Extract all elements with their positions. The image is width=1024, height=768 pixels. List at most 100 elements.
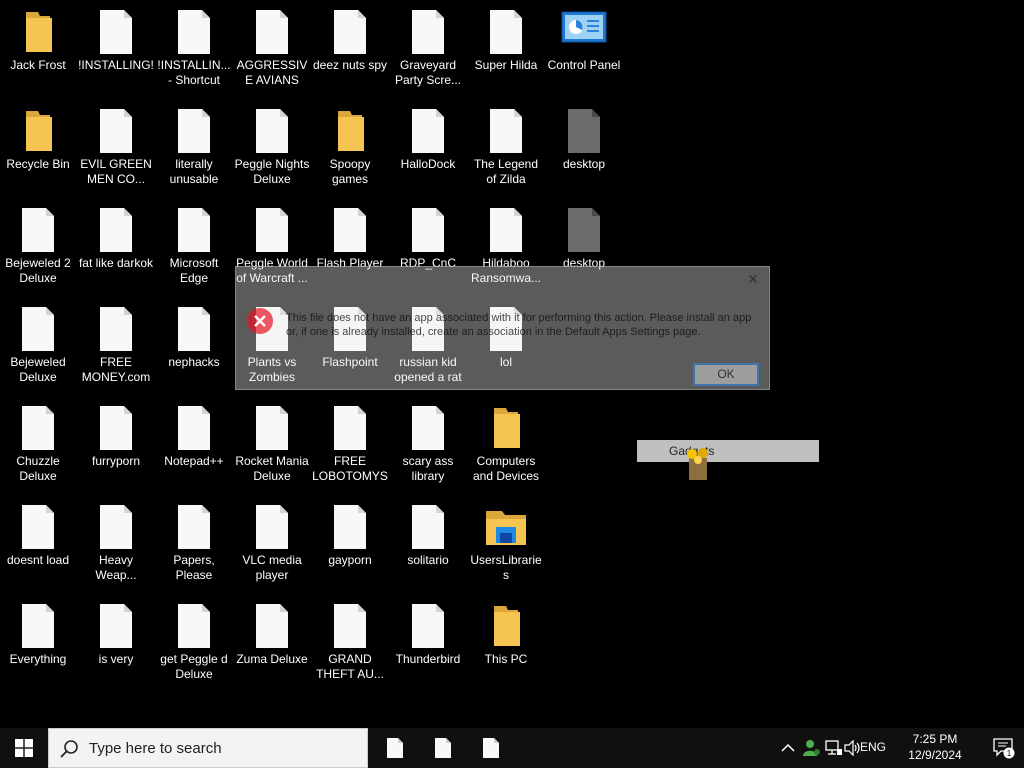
desktop-icon[interactable]: Control Panel bbox=[546, 4, 622, 100]
desktop-icon[interactable]: gayporn bbox=[312, 499, 388, 595]
desktop-icon[interactable]: AGGRESSIVE AVIANS bbox=[234, 4, 310, 100]
file-icon bbox=[256, 109, 288, 153]
desktop-icon-glyph bbox=[404, 602, 452, 650]
desktop-icon[interactable]: EVIL GREEN MEN CO... bbox=[78, 103, 154, 199]
desktop-icon[interactable]: nephacks bbox=[156, 301, 232, 397]
file-icon bbox=[490, 109, 522, 153]
desktop[interactable]: Jack Frost !INSTALLING! !INSTALLIN... - … bbox=[0, 0, 1024, 728]
desktop-icon[interactable]: Notepad++ bbox=[156, 400, 232, 496]
desktop-icon[interactable]: Jack Frost bbox=[0, 4, 76, 100]
desktop-icon[interactable]: FREE LOBOTOMYS bbox=[312, 400, 388, 496]
desktop-icon[interactable]: UsersLibraries bbox=[468, 499, 544, 595]
desktop-icon[interactable]: fat like darkok bbox=[78, 202, 154, 298]
desktop-icon[interactable]: Bejeweled Deluxe bbox=[0, 301, 76, 397]
dialog-message: This file does not have an app associate… bbox=[286, 312, 752, 338]
clock[interactable]: 7:25 PM 12/9/2024 bbox=[894, 731, 976, 763]
desktop-icon[interactable]: get Peggle d Deluxe bbox=[156, 598, 232, 694]
desktop-icon[interactable]: Chuzzle Deluxe bbox=[0, 400, 76, 496]
desktop-icon[interactable]: doesnt load bbox=[0, 499, 76, 595]
desktop-icon-glyph bbox=[482, 8, 530, 56]
desktop-icon[interactable]: Everything bbox=[0, 598, 76, 694]
desktop-icon[interactable]: FREE MONEY.com bbox=[78, 301, 154, 397]
desktop-icon-glyph bbox=[170, 8, 218, 56]
desktop-icon-glyph bbox=[92, 602, 140, 650]
desktop-icon[interactable]: Recycle Bin bbox=[0, 103, 76, 199]
desktop-icon-glyph bbox=[248, 8, 296, 56]
desktop-icon[interactable]: !INSTALLING! bbox=[78, 4, 154, 100]
desktop-icon[interactable]: desktop bbox=[546, 103, 622, 199]
desktop-icon-label: Recycle Bin bbox=[6, 157, 70, 171]
notifications-button[interactable]: 1 bbox=[990, 736, 1018, 760]
file-icon bbox=[256, 10, 288, 54]
desktop-icon[interactable]: The Legend of Zilda bbox=[468, 103, 544, 199]
desktop-icon-label: Jack Frost bbox=[10, 58, 66, 72]
desktop-icon-label: Heavy Weap... bbox=[95, 553, 137, 582]
file-icon bbox=[412, 109, 444, 153]
desktop-icon[interactable]: This PC bbox=[468, 598, 544, 694]
file-icon bbox=[256, 604, 288, 648]
desktop-icon[interactable]: furryporn bbox=[78, 400, 154, 496]
file-icon bbox=[256, 208, 288, 252]
notification-icon: 1 bbox=[993, 738, 1015, 759]
file-icon bbox=[22, 505, 54, 549]
desktop-icon-label: Graveyard Party Scre... bbox=[394, 58, 462, 87]
ok-button[interactable]: OK bbox=[693, 363, 759, 386]
desktop-icon[interactable]: deez nuts spy bbox=[312, 4, 388, 100]
taskbar: Type here to search ENG 7:25 PM 12/9/202… bbox=[0, 728, 1024, 768]
desktop-icon-glyph bbox=[170, 305, 218, 353]
desktop-icon[interactable]: Computers and Devices bbox=[468, 400, 544, 496]
close-button[interactable]: ✕ bbox=[745, 271, 761, 287]
folder-icon bbox=[26, 111, 52, 151]
file-icon bbox=[178, 109, 210, 153]
show-hidden-icons-button[interactable] bbox=[778, 738, 798, 758]
file-icon bbox=[256, 505, 288, 549]
desktop-icon[interactable]: literally unusable bbox=[156, 103, 232, 199]
gadgets-icon bbox=[687, 448, 708, 480]
folder-icon bbox=[26, 12, 52, 52]
taskbar-app-3[interactable] bbox=[467, 728, 515, 768]
start-button[interactable] bbox=[0, 728, 48, 768]
desktop-icon[interactable]: Super Hilda bbox=[468, 4, 544, 100]
file-icon bbox=[435, 738, 451, 758]
file-icon bbox=[334, 604, 366, 648]
desktop-icon[interactable]: GRAND THEFT AU... bbox=[312, 598, 388, 694]
network-icon[interactable] bbox=[824, 738, 844, 758]
taskbar-app-2[interactable] bbox=[419, 728, 467, 768]
desktop-icon[interactable]: Graveyard Party Scre... bbox=[390, 4, 466, 100]
desktop-icon-label: scary ass library bbox=[402, 454, 454, 483]
language-indicator[interactable]: ENG bbox=[860, 740, 886, 754]
file-icon bbox=[100, 109, 132, 153]
desktop-icon[interactable]: Heavy Weap... bbox=[78, 499, 154, 595]
desktop-icon-label: Notepad++ bbox=[164, 454, 224, 468]
desktop-icon-label: furryporn bbox=[91, 454, 141, 468]
desktop-icon[interactable]: Microsoft Edge bbox=[156, 202, 232, 298]
desktop-icon[interactable]: Thunderbird bbox=[390, 598, 466, 694]
people-icon[interactable] bbox=[802, 738, 822, 758]
desktop-icon[interactable]: Bejeweled 2 Deluxe bbox=[0, 202, 76, 298]
desktop-icon-label: Chuzzle Deluxe bbox=[16, 454, 60, 483]
desktop-icon[interactable]: !INSTALLIN... - Shortcut bbox=[156, 4, 232, 100]
desktop-icon[interactable]: Zuma Deluxe bbox=[234, 598, 310, 694]
desktop-icon[interactable]: Spoopy games bbox=[312, 103, 388, 199]
desktop-icon[interactable]: Papers, Please bbox=[156, 499, 232, 595]
taskbar-app-1[interactable] bbox=[371, 728, 419, 768]
desktop-icon[interactable]: is very bbox=[78, 598, 154, 694]
desktop-icon[interactable]: Rocket Mania Deluxe bbox=[234, 400, 310, 496]
desktop-icon-glyph bbox=[404, 206, 452, 254]
desktop-icon-glyph bbox=[14, 107, 62, 155]
file-icon bbox=[22, 406, 54, 450]
desktop-icon[interactable]: Peggle Nights Deluxe bbox=[234, 103, 310, 199]
search-box[interactable]: Type here to search bbox=[48, 728, 368, 768]
desktop-icon-glyph bbox=[248, 107, 296, 155]
desktop-icon-label: Zuma Deluxe bbox=[236, 652, 308, 666]
desktop-icon[interactable]: HalloDock bbox=[390, 103, 466, 199]
user-icon bbox=[803, 740, 820, 756]
desktop-icon[interactable]: solitario bbox=[390, 499, 466, 595]
file-icon bbox=[178, 10, 210, 54]
gadgets-drag-ghost[interactable]: Gadgets bbox=[637, 440, 819, 480]
desktop-icon[interactable]: scary ass library bbox=[390, 400, 466, 496]
desktop-icon[interactable]: VLC media player bbox=[234, 499, 310, 595]
file-icon bbox=[178, 505, 210, 549]
desktop-icon-label: is very bbox=[98, 652, 134, 666]
desktop-icon-glyph bbox=[170, 206, 218, 254]
